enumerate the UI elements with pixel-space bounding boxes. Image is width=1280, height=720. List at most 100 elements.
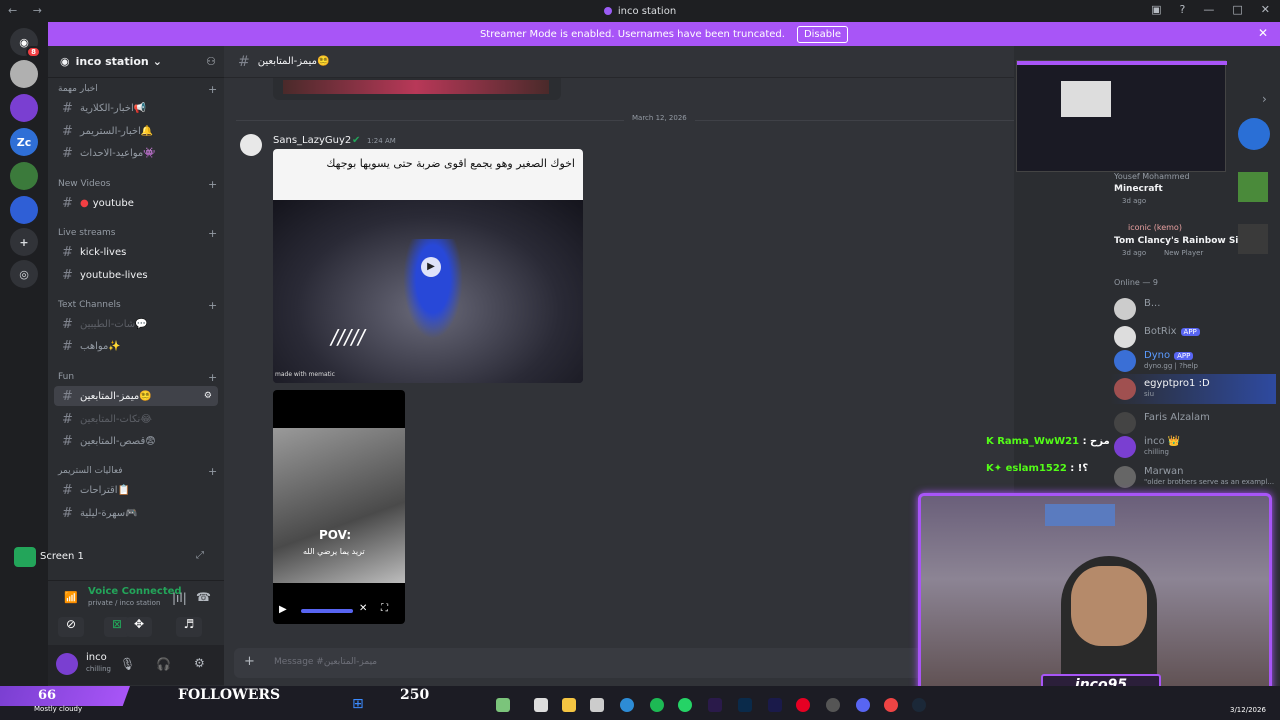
windows-start-icon[interactable]: ⊞ [352, 696, 368, 712]
hash-icon: # [62, 316, 73, 332]
avatar[interactable] [56, 653, 78, 675]
channel-label: مواهب✨ [80, 340, 121, 352]
channel-fun-1[interactable]: # ميمز-المتابعين😵‍💫 ⚙ [54, 386, 218, 406]
attach-plus-icon[interactable]: + [244, 654, 255, 669]
activity-2-user[interactable]: iconic (kemo) [1128, 223, 1182, 232]
channel-youtube-lives[interactable]: # youtube-lives [54, 265, 218, 285]
close-window-icon[interactable]: ✕ [1261, 3, 1270, 16]
avatar [1114, 378, 1136, 400]
activity-1-user[interactable]: Yousef Mohammed [1114, 172, 1190, 181]
discord-icon[interactable] [856, 698, 870, 712]
microphone-icon[interactable]: 🎙 [120, 657, 135, 671]
category-fun[interactable]: Fun + [58, 371, 217, 384]
volume-slider[interactable] [301, 609, 353, 613]
headphones-icon[interactable]: 🎧 [156, 657, 171, 671]
message-input-box[interactable]: + Message #ميمز-المتابعين [234, 648, 1004, 678]
maximize-icon[interactable]: □ [1232, 3, 1242, 16]
channel-act-2[interactable]: # سهرة-ليلية🎮 [54, 503, 218, 523]
category-live-streams[interactable]: Live streams + [58, 227, 217, 240]
voice-location[interactable]: private / inco station [88, 599, 160, 607]
meme-caption: اخوك الصغير وهو يجمع اقوى ضربة حتى يسويه… [273, 149, 583, 200]
previous-attachment[interactable] [273, 78, 561, 100]
channel-act-1[interactable]: # اقتراحات📋 [54, 480, 218, 500]
folder-icon[interactable] [562, 698, 576, 712]
channel-news-2[interactable]: # اخبار-الستريمر🔔 [54, 121, 218, 141]
hash-icon: # [62, 505, 73, 521]
add-member-icon[interactable]: ⚇ [206, 55, 216, 68]
add-channel-icon[interactable]: + [208, 83, 217, 96]
signal-icon[interactable]: 📶 [64, 591, 78, 604]
whatsapp-icon[interactable] [678, 698, 692, 712]
channel-text-2[interactable]: # مواهب✨ [54, 336, 218, 356]
category-text-channels[interactable]: Text Channels + [58, 299, 217, 312]
after-effects-icon[interactable] [768, 698, 782, 712]
help-icon[interactable]: ? [1180, 3, 1186, 16]
screen-icon [14, 547, 36, 567]
mute-icon[interactable]: ✕ [359, 603, 367, 614]
edge-icon[interactable] [620, 698, 634, 712]
user-settings-gear-icon[interactable]: ⚙ [194, 656, 205, 670]
add-channel-icon[interactable]: + [208, 371, 217, 384]
meme-attachment[interactable]: اخوك الصغير وهو يجمع اقوى ضربة حتى يسويه… [273, 149, 583, 383]
file-icon[interactable] [534, 698, 548, 712]
fullscreen-icon[interactable]: ⛶ [381, 603, 388, 614]
message-author[interactable]: Sans_LazyGuy2 [273, 135, 351, 146]
category-new-videos[interactable]: New Videos + [58, 178, 217, 191]
message-input[interactable]: Message #ميمز-المتابعين [274, 657, 377, 667]
category-news[interactable]: اخبار مهمة + [58, 83, 217, 96]
minimize-icon[interactable]: — [1203, 3, 1214, 16]
server-avatar-4[interactable] [10, 196, 38, 224]
screen-share-panel[interactable]: Screen 1 ⤢ [14, 543, 224, 573]
popout-icon[interactable]: ⤢ [196, 550, 204, 561]
date-divider: March 12, 2026 [624, 114, 695, 122]
screen-preview-thumbnail[interactable] [1016, 60, 1227, 172]
photoshop-icon[interactable] [738, 698, 752, 712]
server-name: inco station [75, 55, 149, 68]
stream-chat-line-2: K✦ eslam1522 : !؟ [986, 463, 1089, 474]
nav-arrows-icon[interactable]: ← → [8, 4, 48, 17]
soundboard-icon[interactable]: ♬ [176, 617, 202, 637]
activity-icon[interactable]: ✥ [126, 617, 152, 637]
disable-button[interactable]: Disable [796, 25, 849, 43]
channel-news-3[interactable]: # مواعيد-الاحداث👾 [54, 143, 218, 163]
chrome-icon[interactable] [884, 698, 898, 712]
discord-home-icon[interactable]: ◉ 8 [10, 28, 41, 58]
server-avatar-1[interactable] [10, 60, 38, 88]
add-channel-icon[interactable]: + [208, 227, 217, 240]
add-channel-icon[interactable]: + [208, 465, 217, 478]
steam-icon[interactable] [912, 698, 926, 712]
store-icon[interactable] [590, 698, 604, 712]
taskbar-app-icon[interactable] [496, 698, 510, 712]
spotify-icon[interactable] [650, 698, 664, 712]
settings-gear-icon[interactable]: ⚙ [204, 391, 212, 401]
disconnect-icon[interactable]: ☎ [196, 590, 211, 604]
channel-fun-3[interactable]: # قصص-المتابعين😨 [54, 431, 218, 451]
add-channel-icon[interactable]: + [208, 299, 217, 312]
channel-news-1[interactable]: # اخبار-الكلارية📢 [54, 98, 218, 118]
taskbar: 66 Mostly cloudy FOLLOWERS 250 ⊞ 3/12/20… [0, 686, 1280, 720]
play-icon[interactable]: ▶ [421, 257, 441, 277]
obs-icon[interactable] [826, 698, 840, 712]
server-header[interactable]: ◉ inco station ⌄ ⚇ [48, 46, 224, 78]
channel-kick-lives[interactable]: # kick-lives [54, 242, 218, 262]
video-play-icon[interactable]: ▶ [279, 604, 287, 615]
author-avatar[interactable] [240, 134, 262, 156]
pinterest-icon[interactable] [796, 698, 810, 712]
close-banner-icon[interactable]: ✕ [1258, 26, 1268, 40]
camera-off-icon[interactable]: ⊘ [58, 617, 84, 637]
channel-fun-2[interactable]: # نكات-المتابعين😂 [54, 409, 218, 429]
add-server-icon[interactable]: + [10, 228, 38, 256]
premiere-icon[interactable] [708, 698, 722, 712]
server-avatar-3[interactable] [10, 162, 38, 190]
channel-text-1[interactable]: # شات-الطيبين💬 [54, 314, 218, 334]
add-channel-icon[interactable]: + [208, 178, 217, 191]
server-zc[interactable]: Zc [10, 128, 38, 156]
inbox-icon[interactable]: ▣ [1151, 3, 1161, 16]
server-inco-station[interactable] [10, 94, 38, 122]
video-attachment[interactable]: POV: تريد يما يرضي الله ▶ ✕ ⛶ [273, 390, 405, 624]
category-streamer-activities[interactable]: فعاليات الستريمر + [58, 465, 217, 478]
discover-icon[interactable]: ◎ [10, 260, 38, 288]
chevron-right-icon[interactable]: › [1262, 92, 1267, 106]
noise-suppression-icon[interactable]: |ıl| [172, 591, 187, 605]
channel-youtube[interactable]: # ● youtube [54, 193, 218, 213]
